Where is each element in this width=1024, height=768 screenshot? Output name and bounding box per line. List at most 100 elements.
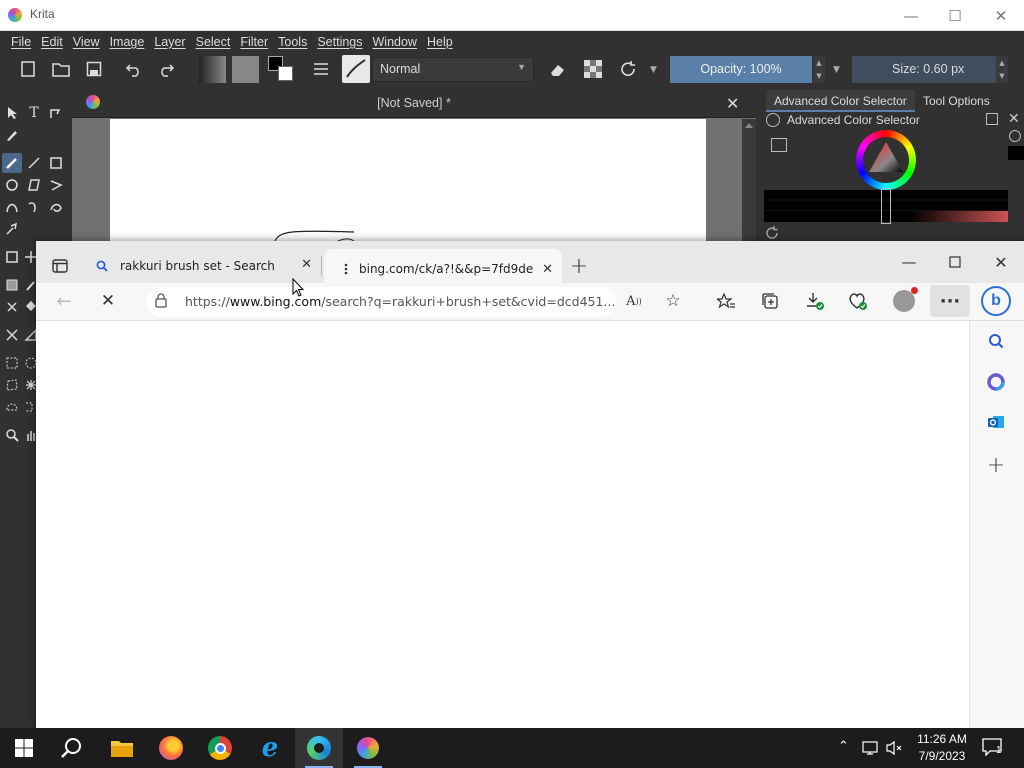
multibrush-tool-icon[interactable] (2, 219, 22, 239)
notification-center-icon[interactable]: 1 (982, 738, 1004, 758)
gradient-tool-icon[interactable] (2, 275, 22, 295)
menu-tools[interactable]: Tools (273, 35, 312, 49)
profile-avatar-icon[interactable] (889, 286, 919, 316)
save-icon[interactable] (83, 58, 105, 80)
measure-tool-icon[interactable] (24, 325, 36, 345)
polygon-select-tool-icon[interactable] (2, 375, 22, 395)
edge-close-button[interactable]: ✕ (986, 247, 1016, 277)
back-arrow-icon[interactable]: ← (49, 286, 79, 316)
ellipse-tool-icon[interactable] (2, 175, 22, 195)
current-color-swatch[interactable] (1008, 146, 1024, 160)
brush-preset-icon[interactable] (342, 55, 370, 83)
pattern-swatch-icon[interactable] (232, 56, 259, 83)
edge-taskbar-icon[interactable] (295, 728, 343, 768)
menu-image[interactable]: Image (105, 35, 150, 49)
lock-icon[interactable] (155, 293, 167, 308)
menu-edit[interactable]: Edit (36, 35, 68, 49)
menu-help[interactable]: Help (422, 35, 458, 49)
krita-close-button[interactable]: ✕ (978, 0, 1024, 31)
taskbar-clock[interactable]: 11:26 AM 7/9/2023 (900, 731, 984, 765)
krita-minimize-button[interactable]: — (888, 0, 934, 31)
close-dock-icon[interactable]: ✕ (1008, 111, 1020, 127)
new-tab-icon[interactable]: + (564, 251, 594, 281)
menu-select[interactable]: Select (191, 35, 236, 49)
downloads-icon[interactable] (800, 286, 830, 316)
blend-mode-select[interactable]: Normal ▼ (372, 57, 534, 82)
krita-maximize-button[interactable]: ☐ (932, 0, 978, 31)
add-favorite-star-icon[interactable]: ☆ (658, 286, 688, 316)
size-spin-buttons[interactable]: ▲ ▼ (996, 56, 1008, 83)
ellipse-select-tool-icon[interactable] (24, 353, 36, 373)
brush-size-slider[interactable]: Size: 0.60 px (852, 56, 996, 83)
fg-bg-color-icon[interactable] (268, 56, 296, 84)
bezier-select-tool-icon[interactable] (2, 397, 22, 417)
windows-start-icon[interactable] (0, 728, 48, 768)
add-sidebar-app-icon[interactable]: + (981, 450, 1011, 480)
chevron-down-icon[interactable]: ▼ (650, 65, 657, 75)
edge-tab-search[interactable]: rakkuri brush set - Search ✕ (84, 251, 320, 281)
fill-tool-icon[interactable] (24, 297, 36, 317)
bezier-tool-icon[interactable] (2, 197, 22, 217)
hue-ring[interactable] (856, 130, 916, 190)
pan-tool-icon[interactable] (24, 425, 36, 445)
krita-taskbar-icon[interactable] (344, 728, 392, 768)
zoom-tool-icon[interactable] (2, 425, 22, 445)
open-folder-icon[interactable] (50, 58, 72, 80)
search-icon[interactable] (981, 326, 1011, 356)
contiguous-select-tool-icon[interactable] (24, 375, 36, 395)
menu-filter[interactable]: Filter (235, 35, 273, 49)
internet-explorer-icon[interactable]: e (246, 728, 294, 768)
dock-tab-advanced-color-selector[interactable]: Advanced Color Selector (766, 90, 915, 112)
lock-icon[interactable] (766, 113, 780, 127)
edge-minimize-button[interactable]: — (894, 247, 924, 277)
tab-actions-icon[interactable] (45, 251, 75, 281)
bing-copilot-icon[interactable]: b (981, 286, 1011, 316)
menu-settings[interactable]: Settings (312, 35, 367, 49)
stop-loading-icon[interactable]: ✕ (93, 286, 123, 316)
menu-file[interactable]: File (6, 35, 36, 49)
edge-maximize-button[interactable] (940, 247, 970, 277)
magnetic-select-tool-icon[interactable] (24, 397, 36, 417)
rect-select-tool-icon[interactable] (2, 353, 22, 373)
read-aloud-icon[interactable]: A)) (619, 286, 649, 316)
menu-view[interactable]: View (68, 35, 105, 49)
opacity-slider[interactable]: Opacity: 100% (670, 56, 812, 83)
browser-essentials-icon[interactable] (843, 286, 873, 316)
polyline-tool-icon[interactable] (46, 175, 66, 195)
reset-color-icon[interactable] (1009, 130, 1021, 142)
alpha-lock-icon[interactable] (582, 58, 604, 80)
close-tab-icon[interactable]: ✕ (301, 257, 312, 272)
chevron-down-icon[interactable]: ▼ (833, 65, 840, 75)
gradient-swatch-icon[interactable] (199, 56, 226, 83)
refresh-icon[interactable] (765, 226, 779, 240)
collections-icon[interactable] (755, 286, 785, 316)
move-tool-icon[interactable] (24, 247, 36, 267)
document-title[interactable]: [Not Saved] * (72, 96, 756, 110)
settings-more-icon[interactable]: ··· (930, 285, 970, 317)
outlook-icon[interactable] (981, 407, 1011, 437)
freehand-brush-tool-icon[interactable] (2, 153, 22, 173)
redo-icon[interactable] (155, 58, 177, 80)
rectangle-tool-icon[interactable] (46, 153, 66, 173)
float-dock-icon[interactable] (986, 113, 998, 125)
assistant-tool-icon[interactable] (2, 325, 22, 345)
opacity-spin-buttons[interactable]: ▲ ▼ (813, 56, 825, 83)
taskbar-search-icon[interactable] (48, 728, 96, 768)
menu-layer[interactable]: Layer (149, 35, 190, 49)
dock-tab-tool-options[interactable]: Tool Options (915, 90, 998, 112)
canvas-paper[interactable] (110, 119, 706, 241)
menu-window[interactable]: Window (368, 35, 422, 49)
calligraphy-tool-icon[interactable] (2, 125, 22, 145)
undo-icon[interactable] (123, 58, 145, 80)
text-tool-icon[interactable]: T (24, 103, 44, 123)
show-hidden-icons-chevron-icon[interactable]: ⌃ (838, 739, 849, 754)
brush-settings-icon[interactable] (310, 58, 332, 80)
url-text[interactable]: https://www.bing.com/search?q=rakkuri+br… (185, 294, 615, 309)
canvas-vertical-scrollbar[interactable] (742, 119, 756, 241)
file-explorer-icon[interactable] (98, 728, 146, 768)
dynamic-brush-tool-icon[interactable] (46, 197, 66, 217)
smart-patch-tool-icon[interactable] (2, 297, 22, 317)
microsoft-365-icon[interactable] (981, 367, 1011, 397)
edit-shapes-tool-icon[interactable] (46, 103, 66, 123)
chrome-icon[interactable] (196, 728, 244, 768)
